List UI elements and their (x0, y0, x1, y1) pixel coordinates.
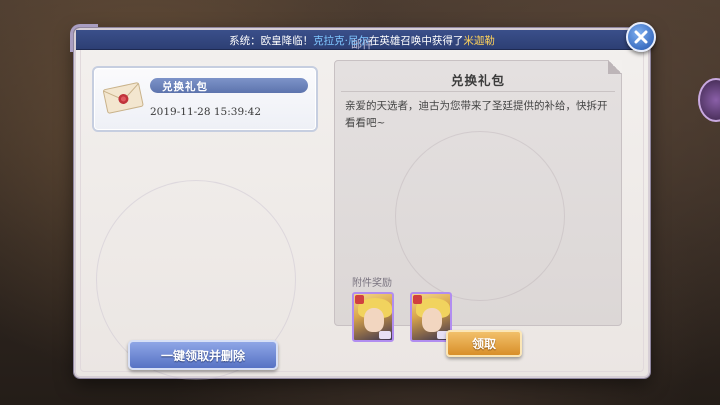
announce-middle: 在英雄召唤中获得了 (368, 35, 464, 47)
mail-title: 兑换礼包 (162, 81, 208, 93)
mail-title-pill: 兑换礼包 (150, 78, 308, 93)
envelope-icon (102, 82, 144, 114)
close-button[interactable] (626, 22, 656, 52)
announce-prefix: 系统：欧皇降临！ (229, 35, 314, 47)
element-tag-icon (413, 295, 422, 304)
system-announcement: 系统：欧皇降临！克拉克·尼尔在英雄召唤中获得了米迦勒 (76, 33, 648, 48)
hero-face (422, 308, 442, 332)
detail-title: 兑换礼包 (450, 73, 505, 88)
claim-all-delete-button[interactable]: 一键领取并删除 (128, 340, 278, 370)
element-tag-icon (355, 295, 364, 304)
detail-body: 亲爱的天选者，迪古为您带来了圣廷提供的补给，快拆开看看吧~ (345, 100, 608, 129)
title-bar: 邮件 系统：欧皇降临！克拉克·尼尔在英雄召唤中获得了米迦勒 (76, 30, 648, 51)
announce-reward: 米迦勒 (463, 35, 495, 47)
hero-card[interactable] (352, 292, 394, 342)
mail-panel: 邮件 系统：欧皇降临！克拉克·尼尔在英雄召唤中获得了米迦勒 兑换礼包 2019-… (70, 22, 656, 380)
mail-date: 2019-11-28 15:39:42 (150, 106, 262, 118)
claim-button[interactable]: 领取 (446, 330, 522, 357)
close-icon (634, 30, 648, 44)
announce-player: 克拉克·尼尔 (313, 35, 369, 47)
divider (341, 91, 615, 92)
hero-face (364, 308, 384, 332)
rarity-badge (379, 331, 391, 339)
mail-list-item[interactable]: 兑换礼包 2019-11-28 15:39:42 (92, 66, 318, 132)
watermark-ornament (395, 131, 565, 301)
